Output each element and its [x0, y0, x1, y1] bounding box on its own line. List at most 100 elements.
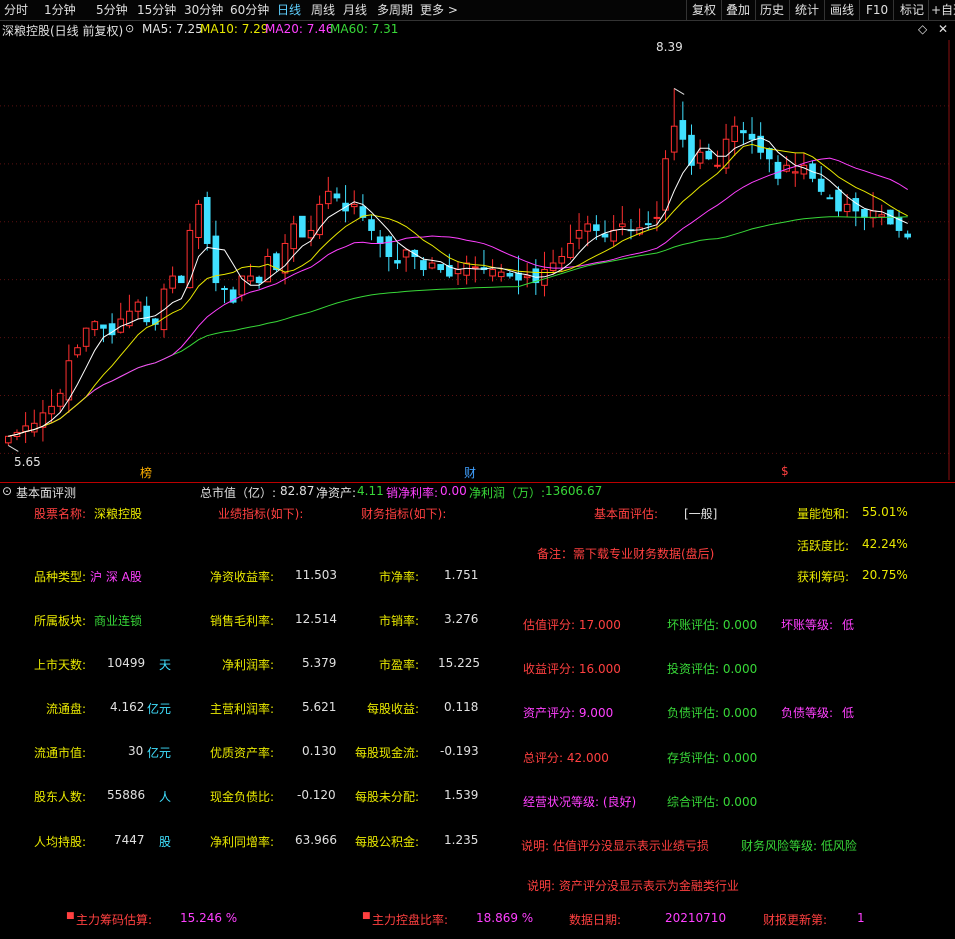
- eval-value: [一般]: [684, 507, 718, 521]
- row-label-3: 每股现金流:: [355, 746, 420, 760]
- ma5-line: [8, 137, 908, 437]
- period-tab-monthly[interactable]: 月线: [343, 2, 367, 18]
- candle-body: [177, 275, 185, 284]
- row-unit-1: 股: [159, 835, 172, 849]
- bad-debt-eval: 坏账评估: 0.000: [667, 618, 758, 632]
- candle-body: [558, 256, 566, 264]
- f10-button[interactable]: F10: [866, 2, 888, 18]
- explain-1: 说明: 估值评分没显示表示业绩亏损: [521, 839, 709, 853]
- settings-diamond-icon[interactable]: ◇: [918, 22, 927, 36]
- candle-body: [696, 151, 704, 164]
- stock-title[interactable]: 深粮控股(日线 前复权): [2, 22, 123, 39]
- score-valuation: 估值评分: 17.000: [523, 618, 621, 632]
- candle-body: [350, 203, 358, 208]
- stock-name-label: 股票名称:: [34, 507, 87, 521]
- marker-finance[interactable]: 财: [464, 464, 476, 481]
- row-value-2: -0.120: [297, 788, 336, 802]
- report-update-value: 1: [857, 911, 865, 925]
- candle-body: [56, 392, 64, 407]
- row-label-3: 每股公积金:: [355, 835, 420, 849]
- candle-body: [100, 324, 107, 329]
- candle-body: [731, 125, 739, 142]
- expand-icon[interactable]: ⊙: [2, 484, 12, 498]
- row-label-3: 市净率:: [379, 570, 420, 584]
- toolbar-divider: [928, 0, 929, 20]
- period-tab-1min[interactable]: 1分钟: [44, 2, 76, 18]
- candle-body: [324, 190, 332, 205]
- row-unit-1: 亿元: [147, 702, 172, 716]
- candle-body: [471, 266, 479, 269]
- bullet-icon: ■: [66, 911, 75, 921]
- candle-body: [601, 233, 609, 238]
- candle-body: [376, 236, 384, 244]
- candle-body: [861, 209, 868, 218]
- total-mv-value: 82.87: [280, 484, 315, 498]
- activity-label: 活跃度比:: [797, 539, 850, 553]
- marker-dollar[interactable]: $: [781, 464, 789, 478]
- row-label-1: 流通盘:: [46, 702, 87, 716]
- row-value-3: 1.539: [444, 788, 479, 802]
- row-label-2: 优质资产率:: [210, 746, 275, 760]
- fin-header: 财务指标(如下):: [361, 507, 447, 521]
- candle-body: [264, 256, 272, 283]
- row-label-1: 品种类型:: [34, 570, 87, 584]
- marker-rank[interactable]: 榜: [140, 464, 152, 481]
- candle-body: [299, 215, 306, 238]
- period-tab-timeshare[interactable]: 分时: [4, 2, 28, 18]
- row-value-1: 商业连锁: [94, 614, 143, 628]
- close-icon[interactable]: ✕: [938, 22, 948, 36]
- candle-body: [221, 287, 228, 290]
- row-unit-1: 亿元: [147, 746, 172, 760]
- period-tab-more[interactable]: 更多 >: [420, 2, 458, 18]
- main-ctrl-label: 主力控盘比率:: [372, 913, 449, 927]
- mark-button[interactable]: 标记: [900, 2, 924, 18]
- row-value-1: 55886: [107, 788, 146, 802]
- high-pointer: [673, 87, 685, 95]
- net-asset-label: 净资产:: [316, 486, 357, 500]
- row-value-2: 5.621: [302, 700, 337, 714]
- period-tab-60min[interactable]: 60分钟: [230, 2, 269, 18]
- candle-body: [740, 130, 747, 134]
- candle-body: [817, 178, 825, 192]
- period-tab-weekly[interactable]: 周线: [311, 2, 335, 18]
- candle-body: [904, 233, 911, 238]
- draw-line-button[interactable]: 画线: [830, 2, 854, 18]
- activity-value: 42.24%: [862, 537, 908, 551]
- candle-body: [368, 219, 375, 231]
- row-label-1: 人均持股:: [34, 835, 87, 849]
- candle-body: [74, 347, 81, 356]
- candle-body: [489, 269, 496, 277]
- main-ctrl-value: 18.869 %: [476, 911, 534, 925]
- period-tab-15min[interactable]: 15分钟: [137, 2, 176, 18]
- period-tab-daily[interactable]: 日线: [277, 2, 301, 18]
- candle-body: [255, 276, 263, 284]
- panel-title: 基本面评测: [16, 486, 77, 500]
- note-text: 备注：需下载专业财务数据(盘后): [537, 547, 715, 561]
- candle-body: [82, 327, 90, 347]
- score-income: 收益评分: 16.000: [523, 662, 621, 676]
- period-tab-5min[interactable]: 5分钟: [96, 2, 128, 18]
- period-tab-30min[interactable]: 30分钟: [184, 2, 223, 18]
- candlestick-chart[interactable]: 8.39 5.65 榜 财 $: [0, 40, 950, 480]
- collapse-icon[interactable]: ⊙: [125, 22, 134, 35]
- history-button[interactable]: 历史: [760, 2, 784, 18]
- candle-body: [30, 422, 38, 433]
- restore-right-button[interactable]: 复权: [692, 2, 716, 18]
- candle-body: [394, 260, 401, 264]
- add-watchlist-button[interactable]: +自选: [931, 2, 955, 18]
- row-label-3: 市盈率:: [379, 658, 420, 672]
- row-label-2: 现金负债比:: [210, 790, 275, 804]
- period-tab-multi[interactable]: 多周期: [377, 2, 413, 18]
- candle-body: [644, 223, 652, 226]
- candle-body: [402, 249, 410, 258]
- bullet-icon: ■: [362, 911, 371, 921]
- main-chip-label: 主力筹码估算:: [76, 913, 153, 927]
- statistics-button[interactable]: 统计: [795, 2, 819, 18]
- toolbar-divider: [721, 0, 722, 20]
- candle-body: [748, 133, 756, 140]
- ma10-value: MA10: 7.29: [200, 22, 269, 36]
- row-label-3: 每股收益:: [367, 702, 420, 716]
- candle-body: [333, 193, 341, 199]
- overlay-button[interactable]: 叠加: [726, 2, 750, 18]
- candle-body: [91, 321, 99, 331]
